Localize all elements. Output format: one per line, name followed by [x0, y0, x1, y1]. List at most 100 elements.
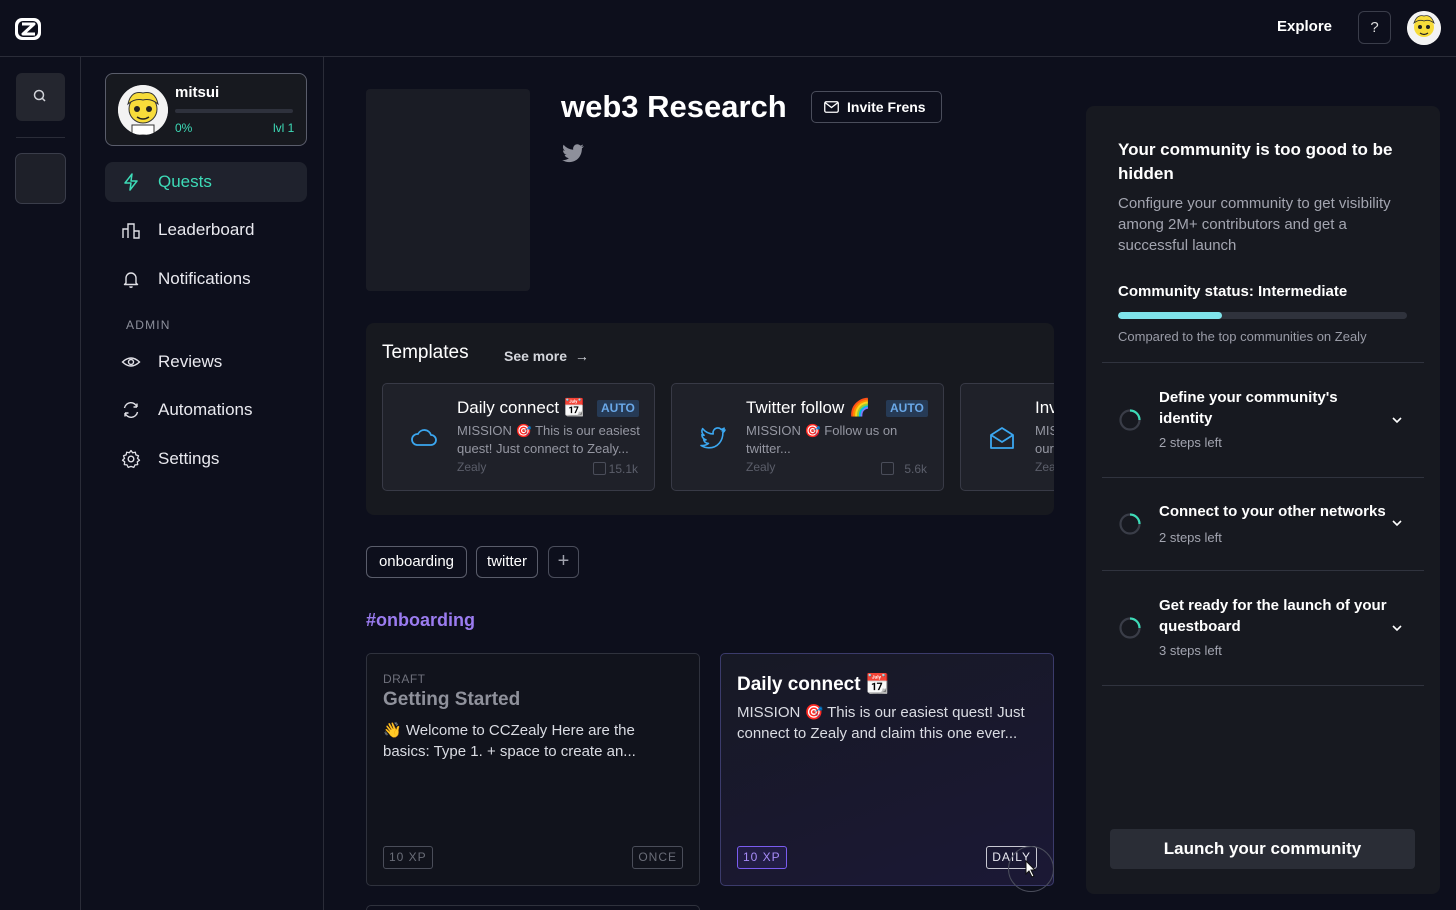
checklist-step[interactable]: Get ready for the launch of your questbo…: [1102, 571, 1424, 685]
template-description: MIS our: [1035, 423, 1054, 456]
add-category-button[interactable]: +: [548, 546, 579, 578]
category-heading: #onboarding: [366, 610, 475, 630]
sidebar-item-leaderboard[interactable]: Leaderboard: [105, 210, 307, 250]
template-usage-count: 15.1k: [608, 462, 638, 476]
step-title: Connect to your other networks: [1159, 503, 1386, 520]
community-status-bar-fill: [1118, 312, 1223, 319]
eye-icon: [121, 357, 141, 367]
status-comparison-note: Compared to the top communities on Zealy: [1118, 329, 1367, 344]
chevron-down-icon: [1392, 520, 1402, 527]
community-status: Community status: Intermediate: [1118, 283, 1348, 300]
frequency-badge: ONCE: [632, 846, 683, 869]
sidebar-item-label: Notifications: [158, 269, 251, 288]
plus-icon: +: [557, 550, 570, 572]
template-source: Zealy: [457, 460, 487, 474]
explore-link[interactable]: Explore: [1277, 18, 1332, 35]
community-rail: [0, 57, 81, 910]
progress-ring-icon: [1119, 617, 1141, 639]
top-bar: Explore ?: [0, 0, 1456, 57]
template-card[interactable]: Inv MIS our Zea: [960, 383, 1054, 491]
quest-card[interactable]: DRAFT Getting Started 👋 Welcome to CCZea…: [366, 653, 700, 886]
refresh-icon: [123, 402, 139, 418]
gear-icon: [121, 449, 141, 469]
quest-title: Getting Started: [383, 689, 521, 710]
zealy-logo[interactable]: [14, 14, 44, 44]
progress-ring-icon: [1119, 409, 1141, 431]
cloud-icon: [411, 429, 437, 446]
template-title: Twitter follow 🌈: [746, 398, 871, 417]
invite-frens-button[interactable]: Invite Frens: [811, 91, 942, 123]
help-button[interactable]: ?: [1358, 11, 1391, 44]
template-source: Zealy: [746, 460, 776, 474]
sidebar-item-notifications[interactable]: Notifications: [105, 259, 307, 299]
sidebar: mitsui 0% lvl 1 Quests Leaderboard Notif…: [81, 57, 324, 910]
lightning-icon: [124, 173, 138, 191]
quest-card[interactable]: Daily connect 📆 MISSION 🎯 This is our ea…: [720, 653, 1054, 886]
sidebar-item-label: Leaderboard: [158, 220, 255, 239]
draft-status: DRAFT: [383, 672, 426, 686]
leaderboard-icon: [122, 223, 140, 239]
search-button[interactable]: [16, 73, 65, 121]
template-description: MISSION 🎯 Follow us on twitter...: [746, 423, 898, 456]
quest-card[interactable]: [366, 905, 700, 910]
step-remaining: 2 steps left: [1159, 435, 1222, 450]
rail-divider: [16, 137, 65, 138]
sidebar-item-label: Reviews: [158, 352, 223, 371]
xp-badge: 10 XP: [383, 846, 433, 869]
xp-progress-percent: 0%: [175, 121, 193, 135]
profile-card[interactable]: mitsui 0% lvl 1: [105, 73, 307, 146]
see-more-link[interactable]: See more →: [504, 348, 589, 364]
sidebar-item-automations[interactable]: Automations: [105, 390, 307, 430]
checklist-step[interactable]: Connect to your other networks 2 steps l…: [1102, 478, 1424, 570]
sidebar-item-quests[interactable]: Quests: [105, 162, 307, 202]
template-card[interactable]: Daily connect 📆 AUTO MISSION 🎯 This is o…: [382, 383, 655, 491]
template-title: Daily connect 📆: [457, 398, 585, 417]
divider: [1102, 685, 1424, 686]
step-title: Define your community's identity: [1159, 389, 1338, 427]
progress-ring-icon: [1119, 513, 1141, 535]
arrow-right-icon: →: [570, 348, 589, 364]
bell-icon: [123, 272, 139, 288]
admin-section-label: ADMIN: [126, 318, 171, 332]
level-label: lvl 1: [273, 121, 295, 135]
tag-filter-onboarding[interactable]: onboarding: [366, 546, 467, 578]
twitter-icon[interactable]: [561, 143, 585, 165]
sidebar-item-label: Settings: [158, 449, 220, 468]
sidebar-item-reviews[interactable]: Reviews: [105, 342, 307, 382]
sidebar-item-label: Automations: [158, 400, 253, 419]
sidebar-item-settings[interactable]: Settings: [105, 439, 307, 479]
launch-checklist-panel: Your community is too good to be hidden …: [1086, 106, 1440, 894]
chevron-down-icon: [1392, 625, 1402, 632]
profile-avatar: [118, 85, 168, 135]
checklist-step[interactable]: Define your community's identity 2 steps…: [1102, 363, 1424, 477]
template-source: Zea: [1035, 460, 1054, 474]
panel-description: Configure your community to get visibili…: [1118, 195, 1391, 254]
mail-open-icon: [990, 427, 1014, 449]
template-title: Inv: [1035, 398, 1054, 417]
quest-title: Daily connect 📆: [737, 674, 890, 695]
step-remaining: 2 steps left: [1159, 530, 1222, 545]
step-remaining: 3 steps left: [1159, 643, 1222, 658]
mouse-pointer-icon: [1025, 860, 1037, 878]
auto-badge: AUTO: [886, 400, 928, 417]
template-usage-count: 5.6k: [904, 462, 927, 476]
see-more-label: See more: [504, 348, 568, 364]
templates-section: Templates See more → Daily connect 📆 AUT…: [366, 323, 1054, 515]
page-title: web3 Research: [561, 89, 787, 124]
sidebar-item-label: Quests: [158, 172, 212, 191]
twitter-icon: [700, 427, 726, 449]
quest-description: MISSION 🎯 This is our easiest quest! Jus…: [737, 704, 1025, 742]
xp-badge: 10 XP: [737, 846, 787, 869]
tag-filter-twitter[interactable]: twitter: [476, 546, 538, 578]
template-card[interactable]: Twitter follow 🌈 AUTO MISSION 🎯 Follow u…: [671, 383, 944, 491]
copy-icon: [881, 462, 894, 475]
main-content: web3 Research Invite Frens Templates See…: [324, 57, 1079, 910]
quest-description: 👋 Welcome to CCZealy Here are the basics…: [383, 722, 636, 760]
step-title: Get ready for the launch of your questbo…: [1159, 597, 1387, 635]
community-switcher-item[interactable]: [15, 153, 66, 204]
user-avatar[interactable]: [1407, 11, 1441, 45]
templates-title: Templates: [382, 342, 469, 363]
launch-community-button[interactable]: Launch your community: [1110, 829, 1415, 869]
community-cover-image: [366, 89, 530, 291]
invite-frens-label: Invite Frens: [847, 99, 926, 115]
